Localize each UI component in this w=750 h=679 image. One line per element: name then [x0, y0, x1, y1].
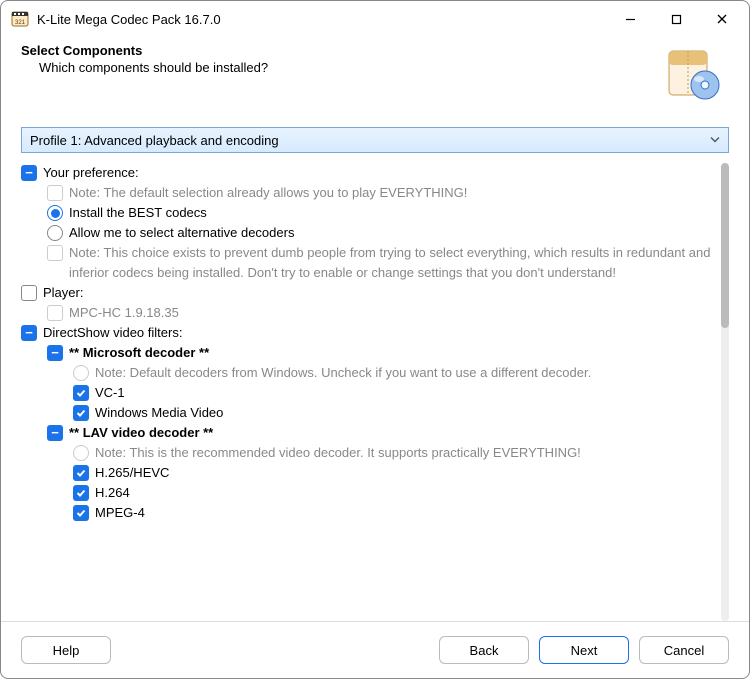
cancel-button[interactable]: Cancel: [639, 636, 729, 664]
page-subtitle: Which components should be installed?: [39, 60, 663, 75]
chevron-down-icon: [710, 133, 720, 148]
footer: Help Back Next Cancel: [1, 621, 749, 678]
checkbox-disabled: [47, 245, 63, 261]
pref-note-2: Note: This choice exists to prevent dumb…: [69, 243, 711, 283]
h265-label: H.265/HEVC: [95, 463, 711, 483]
mpeg4-label: MPEG-4: [95, 503, 711, 523]
maximize-button[interactable]: [653, 3, 699, 35]
scrollbar-thumb[interactable]: [721, 163, 729, 328]
mpchc-label: MPC-HC 1.9.18.35: [69, 303, 711, 323]
radio-disabled: [73, 445, 89, 461]
pref-group-label: Your preference:: [43, 163, 711, 183]
collapse-icon[interactable]: −: [47, 425, 63, 441]
back-button[interactable]: Back: [439, 636, 529, 664]
h264-label: H.264: [95, 483, 711, 503]
page-header: Select Components Which components shoul…: [1, 37, 749, 107]
checkbox-mpchc[interactable]: [47, 305, 63, 321]
window-title: K-Lite Mega Codec Pack 16.7.0: [37, 12, 221, 27]
pref-note-1: Note: The default selection already allo…: [69, 183, 711, 203]
player-group-label: Player:: [43, 283, 711, 303]
radio-disabled: [73, 365, 89, 381]
checkbox-mpeg4[interactable]: [73, 505, 89, 521]
tree-scrollbar[interactable]: [721, 163, 729, 621]
checkbox-vc1[interactable]: [73, 385, 89, 401]
installer-box-icon: [663, 43, 723, 103]
svg-text:321: 321: [15, 20, 26, 26]
profile-select[interactable]: Profile 1: Advanced playback and encodin…: [21, 127, 729, 153]
msdec-note: Note: Default decoders from Windows. Unc…: [95, 363, 711, 383]
radio-alt-decoders[interactable]: [47, 225, 63, 241]
dshow-group-label: DirectShow video filters:: [43, 323, 711, 343]
radio-alt-decoders-label: Allow me to select alternative decoders: [69, 223, 711, 243]
main-panel: Profile 1: Advanced playback and encodin…: [1, 107, 749, 621]
collapse-icon[interactable]: −: [47, 345, 63, 361]
component-tree: − Your preference: Note: The default sel…: [21, 163, 717, 621]
app-icon: 321: [11, 10, 29, 28]
collapse-icon[interactable]: −: [21, 325, 37, 341]
checkbox-wmv[interactable]: [73, 405, 89, 421]
close-button[interactable]: [699, 3, 745, 35]
checkbox-disabled: [47, 185, 63, 201]
help-button[interactable]: Help: [21, 636, 111, 664]
lavdec-label: ** LAV video decoder **: [69, 423, 711, 443]
checkbox-player[interactable]: [21, 285, 37, 301]
profile-select-value: Profile 1: Advanced playback and encodin…: [30, 133, 279, 148]
next-button[interactable]: Next: [539, 636, 629, 664]
vc1-label: VC-1: [95, 383, 711, 403]
wmv-label: Windows Media Video: [95, 403, 711, 423]
lavdec-note: Note: This is the recommended video deco…: [95, 443, 711, 463]
titlebar: 321 K-Lite Mega Codec Pack 16.7.0: [1, 1, 749, 37]
minimize-button[interactable]: [607, 3, 653, 35]
radio-best-codecs[interactable]: [47, 205, 63, 221]
checkbox-h265[interactable]: [73, 465, 89, 481]
msdec-label: ** Microsoft decoder **: [69, 343, 711, 363]
page-title: Select Components: [21, 43, 663, 58]
radio-best-codecs-label: Install the BEST codecs: [69, 203, 711, 223]
collapse-icon[interactable]: −: [21, 165, 37, 181]
checkbox-h264[interactable]: [73, 485, 89, 501]
